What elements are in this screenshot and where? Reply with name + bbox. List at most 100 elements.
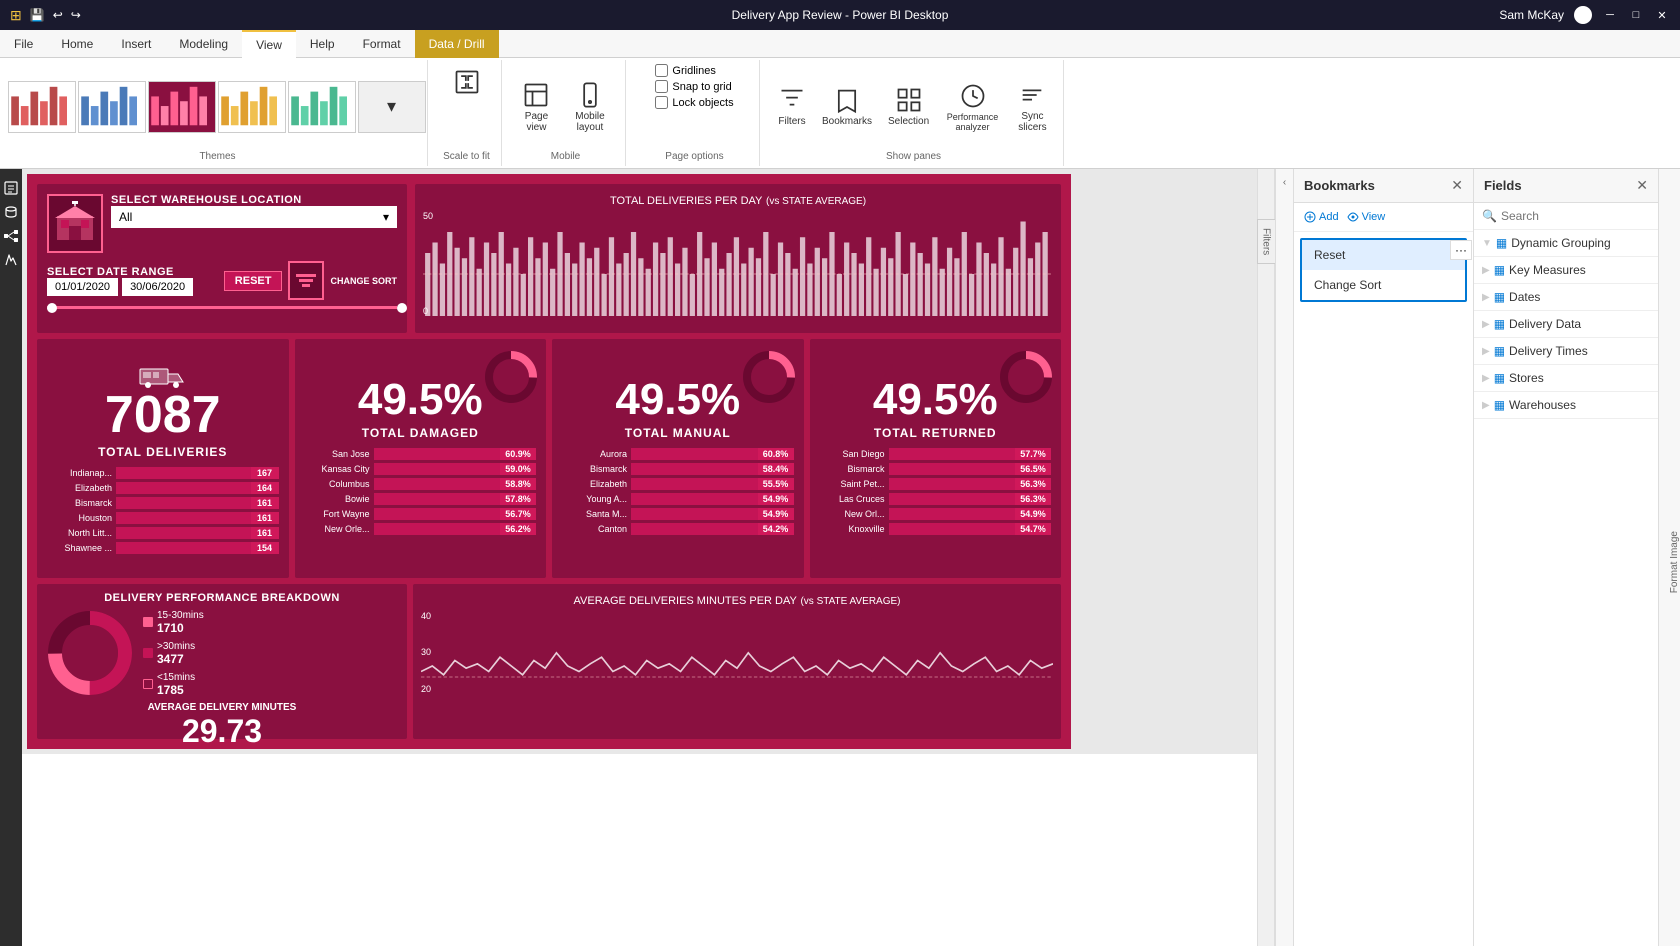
- title-bar-right: Sam McKay ─ □ ✕: [1499, 6, 1670, 24]
- sidebar-model-icon[interactable]: [2, 227, 20, 245]
- theme-1[interactable]: [8, 81, 76, 133]
- page-options-label: Page options: [665, 151, 723, 162]
- scale-to-fit-btn[interactable]: [447, 64, 487, 100]
- perf-breakdown-card: DELIVERY PERFORMANCE BREAKDOWN: [37, 584, 407, 739]
- fields-group-header-delivery-times[interactable]: ▶ ▦ Delivery Times: [1474, 338, 1658, 364]
- page-view-btn[interactable]: Page view: [514, 77, 559, 137]
- fields-group-header-key-measures[interactable]: ▶ ▦ Key Measures: [1474, 257, 1658, 283]
- sidebar-dax-icon[interactable]: [2, 251, 20, 269]
- date-slider[interactable]: [47, 306, 397, 309]
- quick-undo[interactable]: ↩: [53, 8, 63, 22]
- tab-modeling[interactable]: Modeling: [165, 30, 242, 58]
- table-row: Bowie 57.8%: [305, 493, 537, 505]
- selection-label: Selection: [888, 116, 929, 127]
- selection-btn[interactable]: Selection: [882, 82, 935, 131]
- table-row: New Orl... 54.9%: [820, 508, 1052, 520]
- filters-tab[interactable]: Filters: [1257, 219, 1276, 264]
- fields-search-bar: 🔍: [1474, 203, 1658, 230]
- table-icon-2: ▦: [1494, 263, 1505, 277]
- chevron-right-icon-6: ▶: [1482, 400, 1490, 411]
- tab-data-drill[interactable]: Data / Drill: [415, 30, 499, 58]
- date-from[interactable]: 01/01/2020: [47, 278, 118, 296]
- lock-objects-checkbox[interactable]: Lock objects: [655, 96, 733, 109]
- theme-4[interactable]: [218, 81, 286, 133]
- view-icon: [1347, 211, 1359, 223]
- tab-home[interactable]: Home: [47, 30, 107, 58]
- theme-5[interactable]: [288, 81, 356, 133]
- page-checkboxes: Gridlines Snap to grid Lock objects: [655, 64, 733, 109]
- bookmark-view-btn[interactable]: View: [1347, 211, 1386, 223]
- warehouse-select[interactable]: All ▾: [111, 206, 397, 228]
- total-manual-label: TOTAL MANUAL: [625, 426, 731, 440]
- mobile-layout-btn[interactable]: Mobile layout: [563, 77, 617, 137]
- date-range-label: SELECT DATE RANGE: [47, 266, 193, 278]
- page-view-label: Page view: [520, 111, 553, 133]
- table-row: Kansas City 59.0%: [305, 463, 537, 475]
- theme-3[interactable]: [148, 81, 216, 133]
- dash-top: SELECT WAREHOUSE LOCATION All ▾ SELECT D…: [37, 184, 1061, 333]
- fields-group-header-delivery-data[interactable]: ▶ ▦ Delivery Data: [1474, 311, 1658, 337]
- tab-help[interactable]: Help: [296, 30, 349, 58]
- fields-list: ▼ ▦ Dynamic Grouping ▶ ▦ Key Measures ▶ …: [1474, 230, 1658, 946]
- quick-save[interactable]: 💾: [30, 8, 45, 22]
- date-to[interactable]: 30/06/2020: [122, 278, 193, 296]
- bookmark-reset-item[interactable]: Reset: [1302, 240, 1465, 270]
- fields-group-stores: ▶ ▦ Stores: [1474, 365, 1658, 392]
- tab-view[interactable]: View: [242, 30, 296, 58]
- change-sort-label[interactable]: CHANGE SORT: [330, 276, 397, 286]
- fields-search-input[interactable]: [1501, 209, 1656, 223]
- returned-arc: [996, 347, 1056, 407]
- restore-btn[interactable]: □: [1628, 7, 1644, 23]
- fields-group-header-warehouses[interactable]: ▶ ▦ Warehouses: [1474, 392, 1658, 418]
- bookmarks-panel-header: Bookmarks ✕: [1294, 169, 1473, 203]
- perf-gt-30-item: >30mins 3477: [143, 641, 399, 666]
- filters-btn[interactable]: Filters: [772, 82, 812, 131]
- date-range: 01/01/2020 30/06/2020: [47, 278, 193, 296]
- close-btn[interactable]: ✕: [1654, 7, 1670, 23]
- tab-insert[interactable]: Insert: [107, 30, 165, 58]
- fields-group-warehouses: ▶ ▦ Warehouses: [1474, 392, 1658, 419]
- ribbon-group-themes: ▾ Themes: [8, 60, 428, 166]
- table-row: Knoxville 54.7%: [820, 523, 1052, 535]
- kpi-total-damaged: 49.5% TOTAL DAMAGED San Jose 60.9% Kansa…: [295, 339, 547, 579]
- show-panes-label: Show panes: [886, 151, 941, 162]
- ribbon-content: ▾ Themes Scale to fit Page view: [0, 58, 1680, 168]
- table-icon-6: ▦: [1494, 371, 1505, 385]
- warehouse-label: SELECT WAREHOUSE LOCATION: [111, 194, 397, 206]
- table-row: Shawnee ... 154: [47, 542, 279, 554]
- minimize-btn[interactable]: ─: [1602, 7, 1618, 23]
- quick-redo[interactable]: ↪: [71, 8, 81, 22]
- fields-group-header-dynamic-grouping[interactable]: ▼ ▦ Dynamic Grouping: [1474, 230, 1658, 256]
- sidebar-report-icon[interactable]: [2, 179, 20, 197]
- reset-button[interactable]: RESET: [224, 271, 283, 291]
- bookmark-add-btn[interactable]: Add: [1304, 211, 1339, 223]
- bookmark-more-btn[interactable]: ···: [1450, 240, 1472, 260]
- perf-donut-chart: [45, 608, 135, 698]
- fields-group-header-dates[interactable]: ▶ ▦ Dates: [1474, 284, 1658, 310]
- bookmark-change-sort-item[interactable]: Change Sort: [1302, 270, 1465, 300]
- right-collapse-btn[interactable]: ‹: [1275, 169, 1293, 946]
- show-panes-items: Filters Bookmarks Selection Performance …: [772, 64, 1055, 149]
- gridlines-checkbox[interactable]: Gridlines: [655, 64, 733, 77]
- fields-close-btn[interactable]: ✕: [1636, 177, 1648, 194]
- warehouses-label: Warehouses: [1509, 398, 1576, 412]
- tab-format[interactable]: Format: [349, 30, 415, 58]
- performance-btn[interactable]: Performance analyzer: [939, 78, 1006, 136]
- ribbon-group-show-panes: Filters Bookmarks Selection Performance …: [764, 60, 1064, 166]
- theme-2[interactable]: [78, 81, 146, 133]
- stores-label: Stores: [1509, 371, 1544, 385]
- table-icon-4: ▦: [1494, 317, 1505, 331]
- sync-slicers-btn[interactable]: Sync slicers: [1010, 77, 1055, 137]
- tab-file[interactable]: File: [0, 30, 47, 58]
- fields-group-dates: ▶ ▦ Dates: [1474, 284, 1658, 311]
- fields-group-delivery-data: ▶ ▦ Delivery Data: [1474, 311, 1658, 338]
- snap-to-grid-checkbox[interactable]: Snap to grid: [655, 80, 733, 93]
- bookmarks-btn[interactable]: Bookmarks: [816, 82, 878, 131]
- left-sidebar: [0, 169, 22, 946]
- user-name: Sam McKay: [1499, 8, 1564, 22]
- sidebar-data-icon[interactable]: [2, 203, 20, 221]
- theme-dropdown[interactable]: ▾: [358, 81, 426, 133]
- fields-group-header-stores[interactable]: ▶ ▦ Stores: [1474, 365, 1658, 391]
- bookmarks-title: Bookmarks: [1304, 178, 1375, 193]
- bookmarks-close-btn[interactable]: ✕: [1451, 177, 1463, 194]
